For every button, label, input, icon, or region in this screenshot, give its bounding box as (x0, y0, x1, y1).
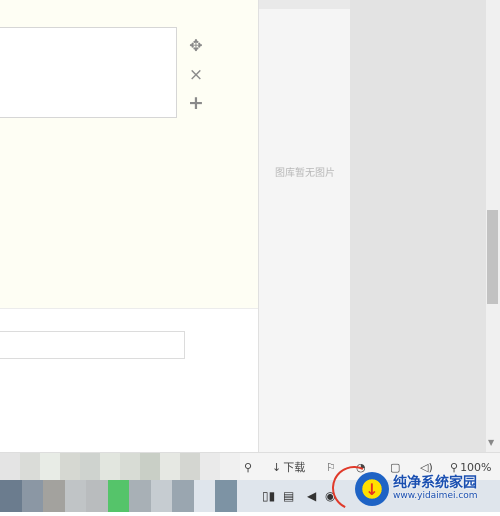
caption-input[interactable] (0, 331, 185, 359)
blurred-taskbar-apps (0, 480, 258, 512)
flag-icon[interactable]: ⚐ (326, 458, 336, 476)
watermark: ↓ 纯净系统家园 www.yidaimei.com (355, 466, 500, 512)
battery-icon[interactable]: ▯▮ (262, 488, 275, 504)
gallery-header (259, 0, 351, 9)
gallery-empty-text: 图库暂无图片 (275, 168, 335, 179)
download-button[interactable]: ↓ 下载 (272, 458, 305, 476)
speaker-icon[interactable]: ◀ (307, 488, 316, 504)
close-icon[interactable]: × (187, 65, 205, 85)
watermark-logo-icon: ↓ (355, 472, 389, 506)
pin-icon[interactable]: ⚲ (244, 458, 252, 476)
right-pane (350, 0, 486, 452)
blurred-region (0, 453, 240, 481)
gallery-panel: 图库暂无图片 (258, 0, 351, 452)
divider (0, 308, 258, 309)
watermark-text: 纯净系统家园 www.yidaimei.com (393, 475, 478, 501)
text-box[interactable] (0, 27, 177, 118)
network-icon[interactable]: ▤ (283, 488, 294, 504)
scroll-down-icon[interactable]: ▼ (488, 438, 494, 447)
scrollbar-thumb[interactable] (487, 210, 498, 304)
watermark-url: www.yidaimei.com (393, 490, 478, 501)
move-icon[interactable]: ✥ (187, 36, 205, 55)
watermark-title: 纯净系统家园 (393, 475, 477, 492)
download-label: 下载 (283, 461, 306, 474)
download-icon: ↓ (272, 460, 282, 474)
add-icon[interactable]: + (187, 92, 205, 114)
editor-area: ✥ × + (0, 0, 258, 452)
